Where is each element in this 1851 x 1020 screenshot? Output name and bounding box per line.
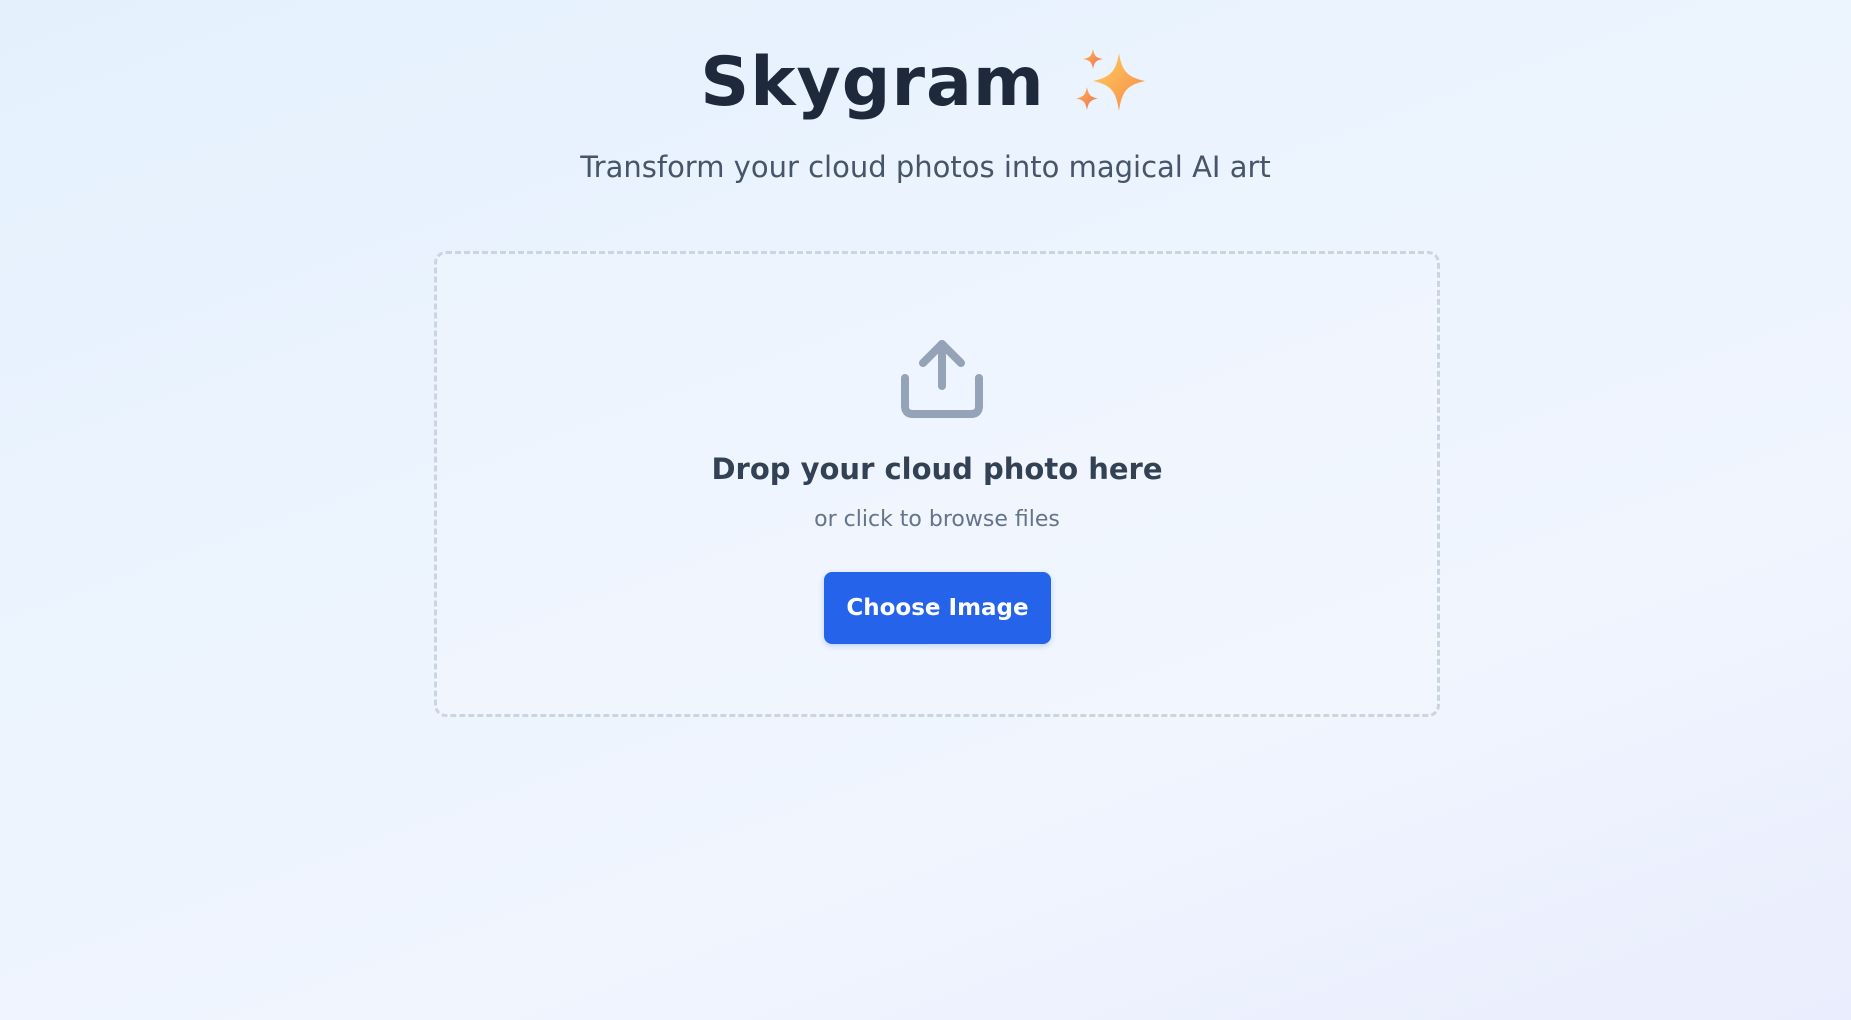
sparkles-icon <box>1075 49 1145 111</box>
dropzone-subtitle: or click to browse files <box>814 507 1060 532</box>
app-title: Skygram <box>700 43 1045 122</box>
choose-image-button[interactable]: Choose Image <box>824 572 1051 644</box>
upload-dropzone[interactable]: Drop your cloud photo here or click to b… <box>434 251 1440 717</box>
upload-icon <box>901 340 983 418</box>
header: Skygram Transform your cloud photos into… <box>0 38 1851 185</box>
app-subtitle: Transform your cloud photos into magical… <box>580 150 1271 184</box>
dropzone-title: Drop your cloud photo here <box>711 452 1163 486</box>
title-row: Skygram <box>0 38 1851 128</box>
